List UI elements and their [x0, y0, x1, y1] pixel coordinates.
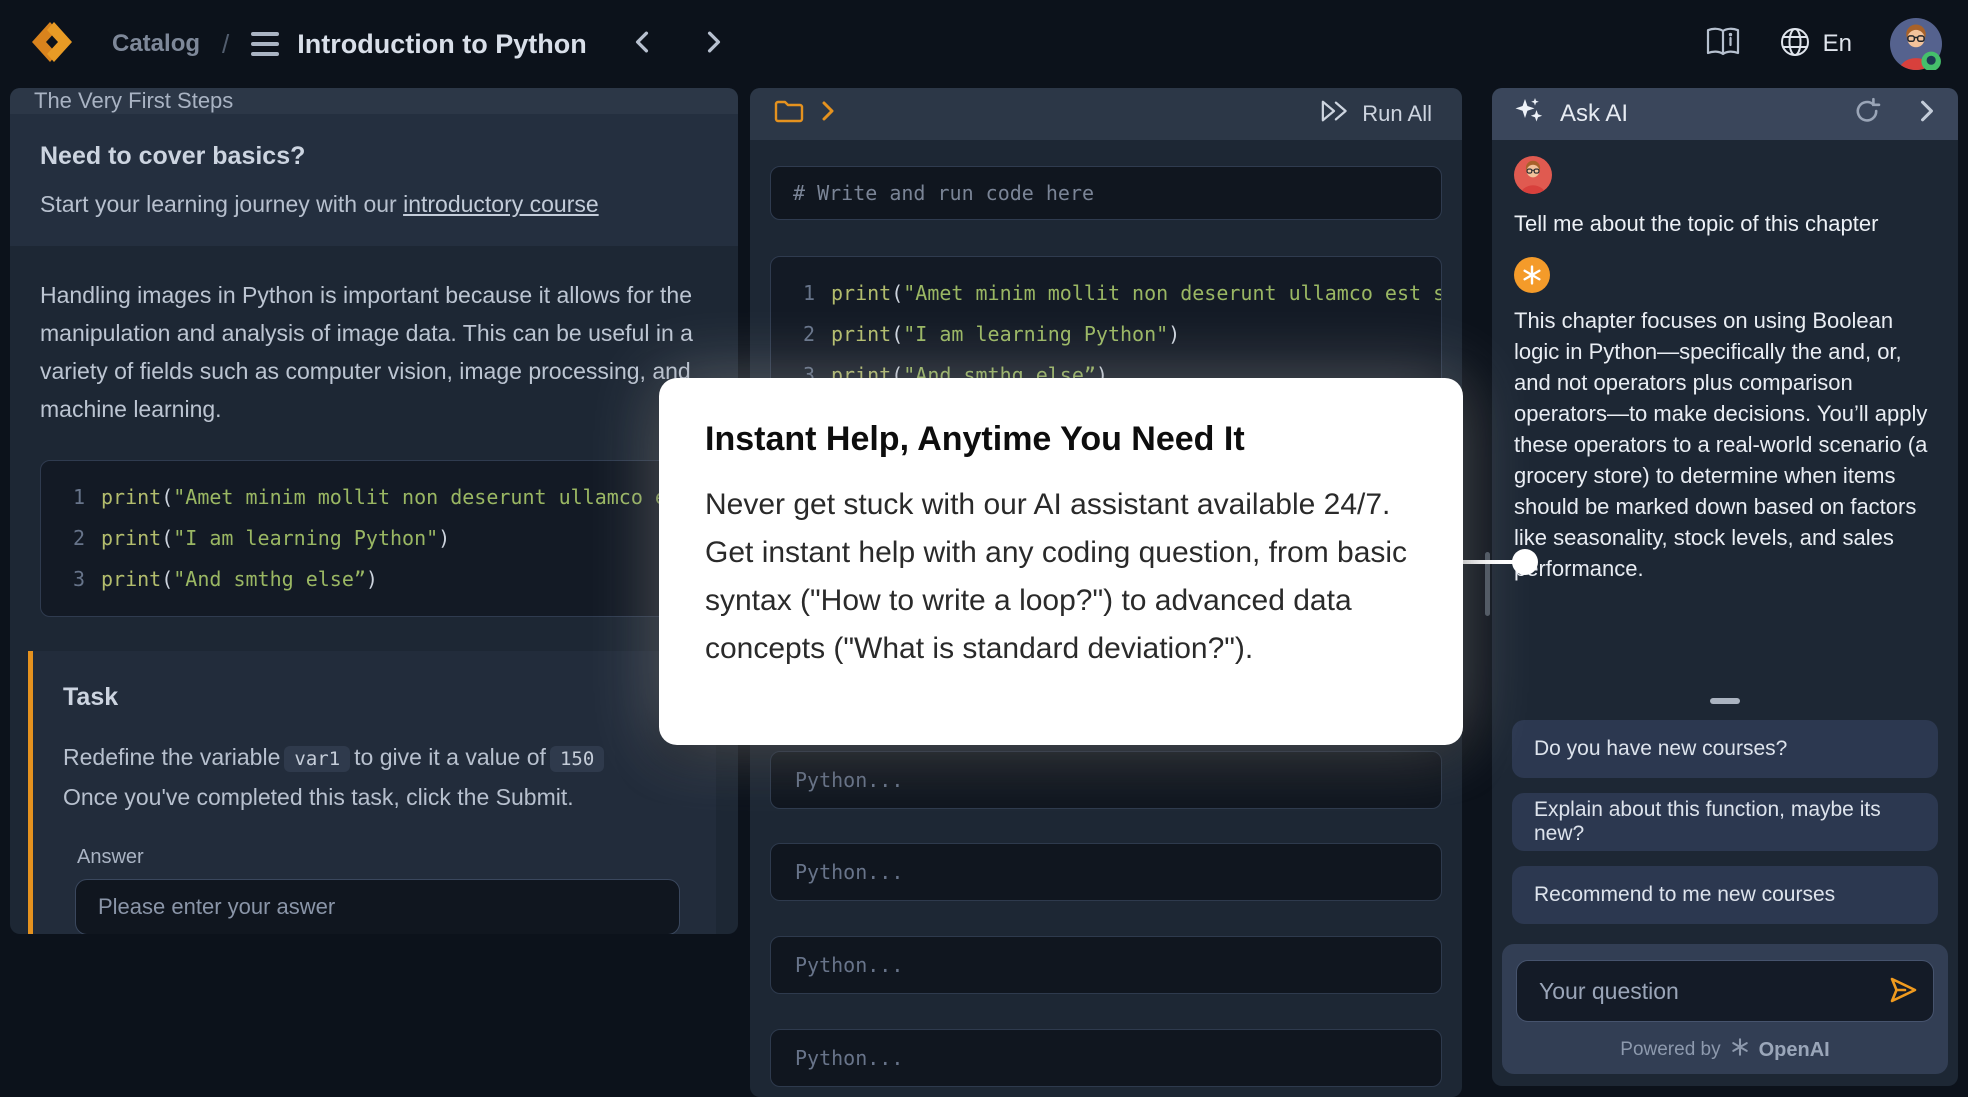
breadcrumb-catalog[interactable]: Catalog — [112, 30, 200, 58]
python-cell-input[interactable] — [770, 751, 1442, 809]
task-description: Redefine the variablevar1to give it a va… — [63, 738, 686, 816]
chat-thread: Tell me about the topic of this chapter … — [1492, 140, 1958, 584]
tooltip-connector-dot — [1512, 549, 1538, 575]
task-description-line2: Once you've completed this task, click t… — [63, 784, 574, 810]
breadcrumb-separator: / — [222, 29, 229, 60]
tooltip-body: Never get stuck with our AI assistant av… — [705, 481, 1417, 673]
language-label: En — [1823, 30, 1852, 58]
question-input[interactable] — [1516, 960, 1934, 1022]
answer-input[interactable] — [75, 879, 680, 934]
basics-text: Start your learning journey with our — [40, 191, 403, 217]
ask-ai-title: Ask AI — [1560, 100, 1628, 128]
reset-chat-icon[interactable] — [1852, 96, 1882, 132]
openai-brand: OpenAI — [1759, 1039, 1830, 1062]
run-all-button[interactable]: Run All — [1312, 97, 1438, 131]
runner-toolbar: Run All — [750, 88, 1462, 140]
collapse-panel-chevron-icon[interactable] — [1918, 100, 1936, 128]
code-line: 3print("And smthg else”) — [61, 559, 687, 600]
lesson-panel-header: The Very First Steps — [10, 88, 738, 114]
python-cell-input[interactable] — [770, 936, 1442, 994]
prev-chapter-icon[interactable] — [631, 31, 653, 58]
chat-user-avatar — [1514, 181, 1552, 198]
basics-heading: Need to cover basics? — [40, 142, 708, 171]
python-cell-input[interactable] — [770, 843, 1442, 901]
code-line: 2print("I am learning Python") — [61, 518, 687, 559]
suggestion-chip[interactable]: Recommend to me new courses — [1512, 866, 1938, 924]
lesson-paragraph: Handling images in Python is important b… — [40, 276, 708, 428]
tooltip-connector-line — [1460, 560, 1518, 564]
code-line: 1print("Amet minim mollit non deserunt u… — [791, 273, 1421, 314]
introductory-course-link[interactable]: introductory course — [403, 191, 599, 217]
inline-code-var1: var1 — [284, 746, 350, 772]
answer-label: Answer — [77, 846, 686, 869]
ask-ai-header: Ask AI — [1492, 88, 1958, 140]
sparkles-icon — [1514, 96, 1544, 132]
openai-avatar-icon — [1514, 257, 1550, 293]
ask-ai-input-card: Powered by OpenAI — [1502, 944, 1948, 1074]
inline-code-150: 150 — [550, 746, 604, 772]
page-title: Introduction to Python — [297, 29, 586, 60]
code-line: 1print("Amet minim mollit non deserunt u… — [61, 477, 687, 518]
user-message: Tell me about the topic of this chapter — [1514, 211, 1936, 237]
suggestion-chips: Do you have new courses? Explain about t… — [1492, 720, 1958, 924]
task-heading: Task — [63, 683, 686, 712]
tooltip-title: Instant Help, Anytime You Need It — [705, 420, 1417, 459]
expand-chevron-icon[interactable] — [820, 101, 836, 127]
app-logo-icon[interactable] — [26, 16, 78, 73]
basics-card: Need to cover basics? Start your learnin… — [10, 114, 738, 246]
run-all-label: Run All — [1362, 101, 1432, 127]
globe-icon — [1779, 26, 1811, 63]
drag-handle[interactable] — [1710, 698, 1740, 704]
python-cell-input[interactable] — [770, 1029, 1442, 1087]
suggestion-chip[interactable]: Explain about this function, maybe its n… — [1512, 793, 1938, 851]
app-header: Catalog / Introduction to Python — [0, 0, 1968, 88]
next-chapter-icon[interactable] — [703, 31, 725, 58]
language-switcher[interactable]: En — [1779, 26, 1852, 63]
ask-ai-panel: Ask AI — [1492, 88, 1958, 1086]
openai-logo-icon — [1729, 1036, 1751, 1064]
run-all-icon — [1318, 98, 1350, 130]
lesson-code-snippet: 1print("Amet minim mollit non deserunt u… — [40, 460, 708, 617]
lesson-panel: The Very First Steps Need to cover basic… — [10, 88, 738, 934]
send-icon[interactable] — [1886, 974, 1920, 1009]
ai-message: This chapter focuses on using Boolean lo… — [1514, 305, 1936, 584]
code-editor-input[interactable] — [770, 166, 1442, 220]
user-avatar[interactable] — [1890, 18, 1942, 70]
folder-icon[interactable] — [774, 98, 804, 130]
docs-book-icon[interactable] — [1705, 27, 1741, 62]
task-card: Task Redefine the variablevar1to give it… — [28, 651, 716, 934]
onboarding-tooltip: Instant Help, Anytime You Need It Never … — [659, 378, 1463, 745]
powered-by: Powered by OpenAI — [1516, 1036, 1934, 1064]
suggestion-chip[interactable]: Do you have new courses? — [1512, 720, 1938, 778]
code-line: 2print("I am learning Python") — [791, 314, 1421, 355]
chapter-menu-icon[interactable] — [251, 32, 279, 56]
lesson-title: The Very First Steps — [34, 88, 233, 114]
